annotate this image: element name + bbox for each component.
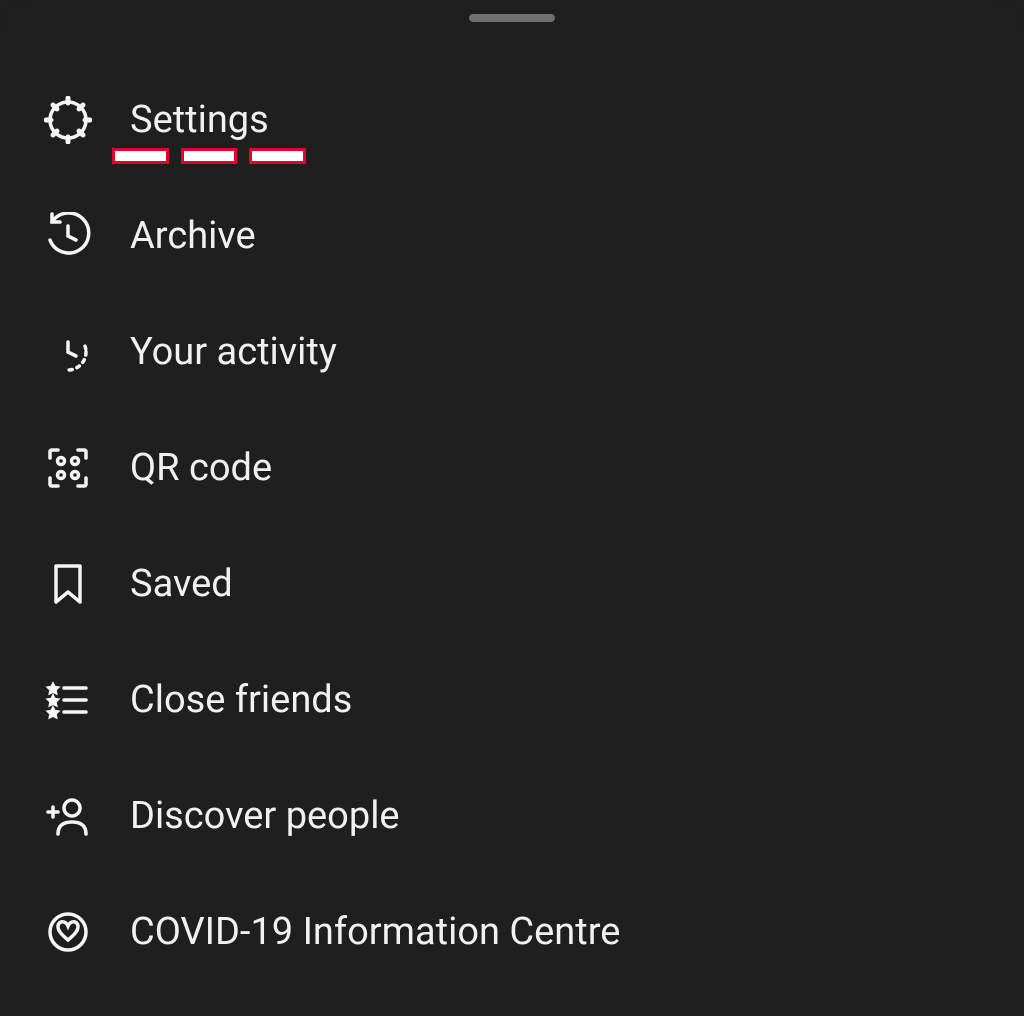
bottom-sheet: Settings Archive bbox=[0, 0, 1024, 1016]
activity-clock-icon bbox=[40, 324, 96, 380]
drag-handle-icon[interactable] bbox=[469, 14, 555, 22]
menu-item-saved[interactable]: Saved bbox=[0, 526, 1024, 642]
menu-item-label: Saved bbox=[130, 562, 233, 606]
menu-item-close-friends[interactable]: Close friends bbox=[0, 642, 1024, 758]
menu-item-your-activity[interactable]: Your activity bbox=[0, 294, 1024, 410]
menu-list: Settings Archive bbox=[0, 62, 1024, 990]
bookmark-icon bbox=[40, 556, 96, 612]
menu-item-label: COVID-19 Information Centre bbox=[130, 910, 620, 954]
star-list-icon bbox=[40, 672, 96, 728]
menu-item-label: Close friends bbox=[130, 678, 352, 722]
add-person-icon bbox=[40, 788, 96, 844]
menu-item-qr-code[interactable]: QR code bbox=[0, 410, 1024, 526]
menu-item-label: QR code bbox=[130, 446, 272, 490]
menu-item-label: Your activity bbox=[130, 330, 337, 374]
menu-item-label: Archive bbox=[130, 214, 256, 258]
highlight-annotation bbox=[112, 148, 306, 172]
menu-item-label: Settings bbox=[130, 98, 269, 142]
archive-clock-icon bbox=[40, 208, 96, 264]
menu-item-covid-info[interactable]: COVID-19 Information Centre bbox=[0, 874, 1024, 990]
menu-item-settings[interactable]: Settings bbox=[0, 62, 1024, 178]
qr-code-icon bbox=[40, 440, 96, 496]
menu-item-archive[interactable]: Archive bbox=[0, 178, 1024, 294]
heart-badge-icon bbox=[40, 904, 96, 960]
menu-item-label: Discover people bbox=[130, 794, 400, 838]
gear-icon bbox=[40, 92, 96, 148]
menu-item-discover-people[interactable]: Discover people bbox=[0, 758, 1024, 874]
